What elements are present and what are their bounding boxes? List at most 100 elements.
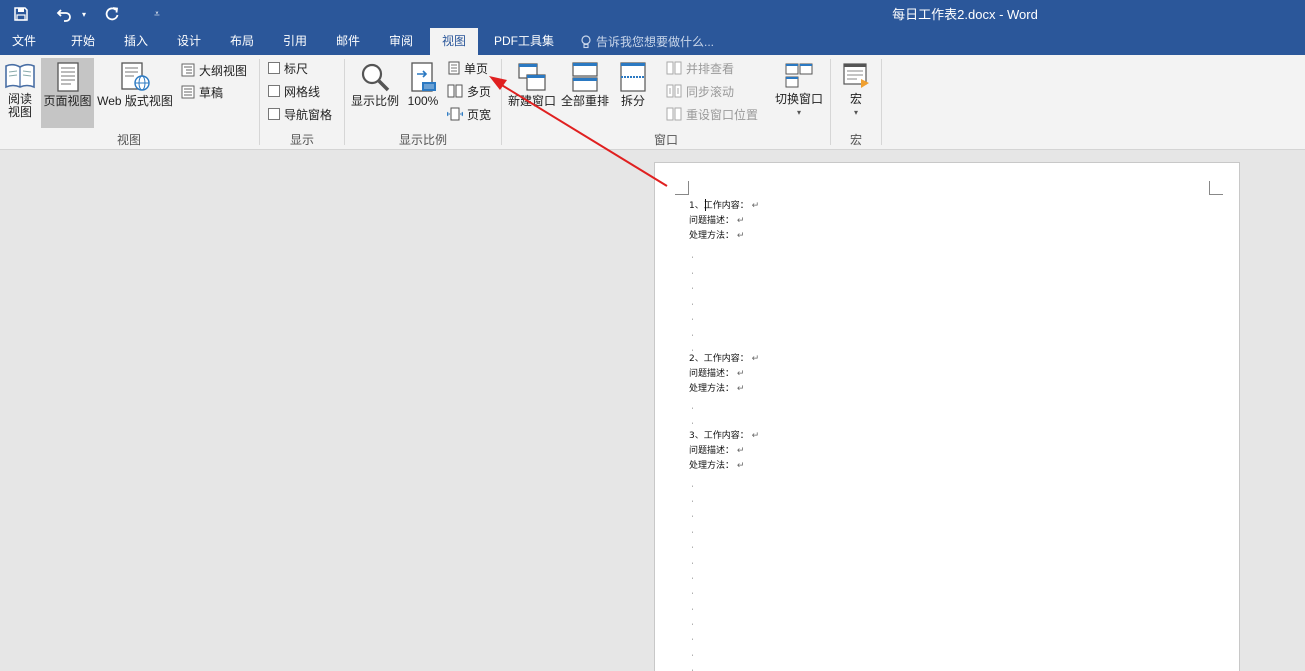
window-title: 每日工作表2.docx - Word	[892, 7, 1038, 22]
tab-review[interactable]: 审阅	[377, 28, 425, 55]
page-icon	[56, 62, 79, 92]
draft-icon	[181, 85, 195, 99]
undo-icon[interactable]	[52, 0, 78, 28]
lightbulb-icon	[581, 34, 591, 48]
show-group-label: 显示	[289, 133, 314, 147]
switch-windows-icon	[785, 63, 813, 88]
switch-windows-dropdown-icon: ▾	[796, 108, 801, 117]
tab-pdf-tools[interactable]: PDF工具集	[487, 28, 561, 55]
one-page-label: 单页	[464, 61, 489, 76]
paragraph-mark: ˌ	[691, 295, 694, 305]
tab-references[interactable]: 引用	[271, 28, 319, 55]
zoom-100-icon	[411, 62, 436, 92]
side-by-side-button[interactable]: 并排查看	[666, 58, 734, 78]
paragraph-mark: ˌ	[691, 279, 694, 289]
gridlines-checkbox-box[interactable]	[268, 85, 280, 97]
tab-file[interactable]: 文件	[0, 28, 48, 55]
macros-label: 宏	[849, 92, 862, 106]
gridlines-checkbox[interactable]: 网格线	[268, 81, 320, 101]
doc-line[interactable]: 处理方法： ↵	[689, 231, 744, 242]
web-layout-button[interactable]: Web 版式视图	[95, 58, 175, 128]
doc-line[interactable]: 问题描述： ↵	[689, 216, 744, 227]
reset-position-icon	[666, 107, 682, 121]
switch-windows-label: 切换窗口	[774, 92, 823, 106]
zoom-100-button[interactable]: 100%	[404, 58, 442, 128]
magnifier-icon	[361, 63, 390, 92]
switch-windows-button[interactable]: 切换窗口 ▾	[772, 58, 826, 128]
paragraph-mark: ˌ	[691, 554, 694, 564]
multi-page-icon	[447, 84, 463, 98]
arrange-all-label: 全部重排	[560, 94, 609, 108]
page-width-button[interactable]: 页宽	[447, 104, 491, 124]
tab-insert[interactable]: 插入	[112, 28, 160, 55]
ribbon-view: 阅读 视图 页面视图 Web 版式视图 大纲视图 草稿 视图 标尺 网格线 导航…	[0, 55, 1305, 150]
paragraph-mark: ˌ	[691, 569, 694, 579]
tab-home[interactable]: 开始	[58, 28, 108, 55]
macros-button[interactable]: 宏 ▾	[836, 58, 876, 128]
nav-pane-checkbox-box[interactable]	[268, 108, 280, 120]
undo-dropdown-icon[interactable]: ▾	[78, 0, 90, 28]
sync-scroll-label: 同步滚动	[686, 84, 735, 99]
doc-line[interactable]: 处理方法： ↵	[689, 461, 744, 472]
sync-scroll-button[interactable]: 同步滚动	[666, 81, 734, 101]
print-layout-label: 页面视图	[43, 94, 92, 108]
paragraph-mark: ˌ	[691, 326, 694, 336]
document-page[interactable]: 1、工作内容： ↵ 问题描述： ↵ 处理方法： ↵ 2、工作内容： ↵ 问题描述…	[654, 162, 1240, 671]
doc-line[interactable]: 2、工作内容： ↵	[689, 354, 759, 365]
book-open-icon	[5, 63, 35, 89]
doc-line[interactable]: 问题描述： ↵	[689, 446, 744, 457]
paragraph-mark: ˌ	[691, 584, 694, 594]
top-right-margin-corner	[1209, 181, 1223, 195]
doc-line[interactable]: 问题描述： ↵	[689, 369, 744, 380]
multi-page-label: 多页	[467, 84, 492, 99]
repeat-icon[interactable]	[100, 0, 124, 28]
outline-icon	[181, 63, 195, 77]
zoom-button[interactable]: 显示比例	[348, 58, 402, 128]
views-group-label: 视图	[116, 133, 141, 147]
draft-view-label: 草稿	[199, 85, 224, 100]
doc-line[interactable]: 3、工作内容： ↵	[689, 431, 759, 442]
paragraph-mark: ˌ	[691, 399, 694, 409]
print-layout-button[interactable]: 页面视图	[41, 58, 94, 128]
paragraph-mark: ˌ	[691, 414, 694, 424]
outline-view-label: 大纲视图	[199, 63, 248, 78]
paragraph-mark: ˌ	[691, 264, 694, 274]
tell-me-placeholder: 告诉我您想要做什么...	[596, 34, 715, 49]
multi-page-button[interactable]: 多页	[447, 81, 491, 101]
sync-scroll-icon	[666, 84, 682, 98]
outline-view-button[interactable]: 大纲视图	[181, 60, 247, 80]
top-left-margin-corner	[675, 181, 689, 195]
read-mode-label-2: 视图	[7, 105, 32, 119]
save-icon[interactable]	[8, 0, 34, 28]
macro-icon	[843, 63, 869, 88]
group-divider	[881, 59, 882, 145]
doc-line[interactable]: 1、工作内容： ↵	[689, 201, 759, 212]
draft-view-button[interactable]: 草稿	[181, 82, 223, 102]
one-page-button[interactable]: 单页	[448, 58, 488, 78]
customize-qat-icon[interactable]: ⩡	[148, 0, 166, 28]
paragraph-mark: ˌ	[691, 646, 694, 656]
macros-group-label: 宏	[849, 133, 862, 147]
tab-view[interactable]: 视图	[430, 28, 478, 55]
arrange-all-button[interactable]: 全部重排	[559, 58, 611, 128]
paragraph-mark: ˌ	[691, 615, 694, 625]
tab-design[interactable]: 设计	[165, 28, 213, 55]
paragraph-mark: ˌ	[691, 600, 694, 610]
nav-pane-checkbox[interactable]: 导航窗格	[268, 104, 332, 124]
one-page-icon	[448, 61, 460, 75]
reset-window-position-button[interactable]: 重设窗口位置	[666, 104, 758, 124]
macros-dropdown-icon: ▾	[853, 108, 858, 117]
doc-line[interactable]: 处理方法： ↵	[689, 384, 744, 395]
paragraph-mark: ˌ	[691, 477, 694, 487]
new-window-button[interactable]: 新建窗口	[506, 58, 558, 128]
side-by-side-icon	[666, 61, 682, 75]
new-window-label: 新建窗口	[507, 94, 556, 108]
tab-layout[interactable]: 布局	[218, 28, 266, 55]
ruler-checkbox-box[interactable]	[268, 62, 280, 74]
nav-pane-label: 导航窗格	[284, 107, 333, 122]
tab-mailings[interactable]: 邮件	[324, 28, 372, 55]
ruler-checkbox[interactable]: 标尺	[268, 58, 308, 78]
tell-me-box[interactable]: 告诉我您想要做什么...	[580, 28, 714, 55]
split-button[interactable]: 拆分	[614, 58, 652, 128]
read-mode-button[interactable]: 阅读 视图	[2, 58, 38, 128]
